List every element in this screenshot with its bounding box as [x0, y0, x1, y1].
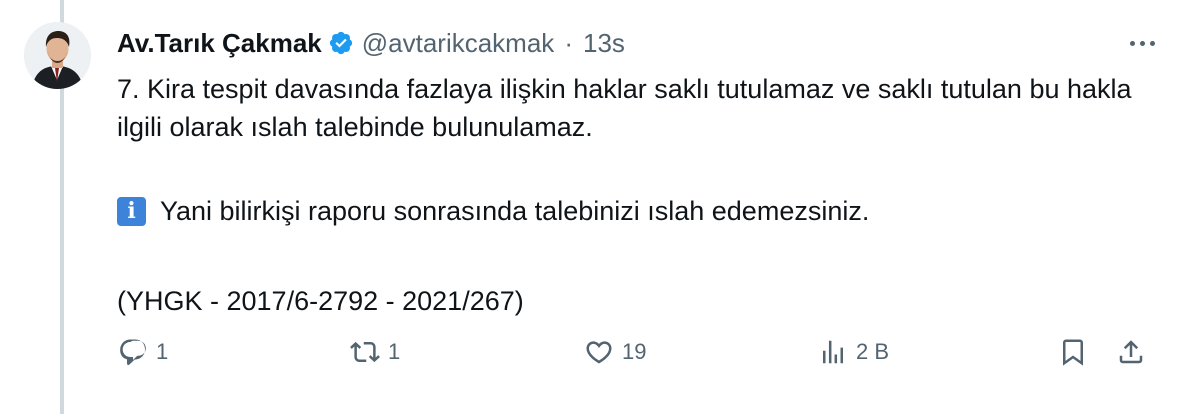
verified-badge-icon	[328, 30, 354, 56]
avatar-image	[24, 22, 91, 89]
tweet-info-line: i Yani bilirkişi raporu sonrasında taleb…	[117, 192, 1157, 230]
like-count: 19	[622, 339, 647, 364]
share-icon	[1119, 340, 1143, 364]
tweet-actions-bar: 1 1 19 2 B	[0, 332, 1184, 372]
bookmark-button[interactable]	[1058, 332, 1088, 372]
more-dots-icon[interactable]	[1124, 30, 1160, 56]
reply-button[interactable]: 1	[118, 332, 168, 372]
reply-icon	[120, 339, 146, 366]
tweet-line: 7. Kira tespit davasında fazlaya ilişkin…	[117, 74, 1140, 142]
retweet-icon	[350, 341, 380, 363]
information-icon: i	[117, 196, 146, 226]
retweet-button[interactable]: 1	[350, 332, 400, 372]
views-chart-icon	[823, 340, 843, 364]
bookmark-icon	[1063, 339, 1083, 366]
author-handle[interactable]: @avtarikcakmak	[362, 28, 555, 59]
views-button[interactable]: 2 B	[818, 332, 889, 372]
author-name[interactable]: Av.Tarık Çakmak	[117, 28, 322, 59]
tweet-line: Yani bilirkişi raporu sonrasında talebin…	[160, 196, 870, 226]
heart-icon	[586, 341, 612, 364]
header-separator: ·	[564, 27, 573, 58]
like-button[interactable]: 19	[584, 332, 646, 372]
avatar[interactable]	[24, 22, 91, 89]
tweet-line: (YHGK - 2017/6-2792 - 2021/267)	[117, 286, 524, 316]
tweet-timestamp[interactable]: 13s	[583, 28, 625, 59]
views-count: 2 B	[856, 339, 890, 364]
reply-count: 1	[156, 339, 169, 364]
tweet-text: 7. Kira tespit davasında fazlaya ilişkin…	[117, 70, 1157, 320]
retweet-count: 1	[388, 339, 401, 364]
share-button[interactable]	[1116, 332, 1146, 372]
tweet-blank-line	[117, 230, 1157, 268]
tweet-blank-line	[117, 146, 1157, 184]
tweet-header: Av.Tarık Çakmak @avtarikcakmak · 13s	[117, 26, 625, 60]
